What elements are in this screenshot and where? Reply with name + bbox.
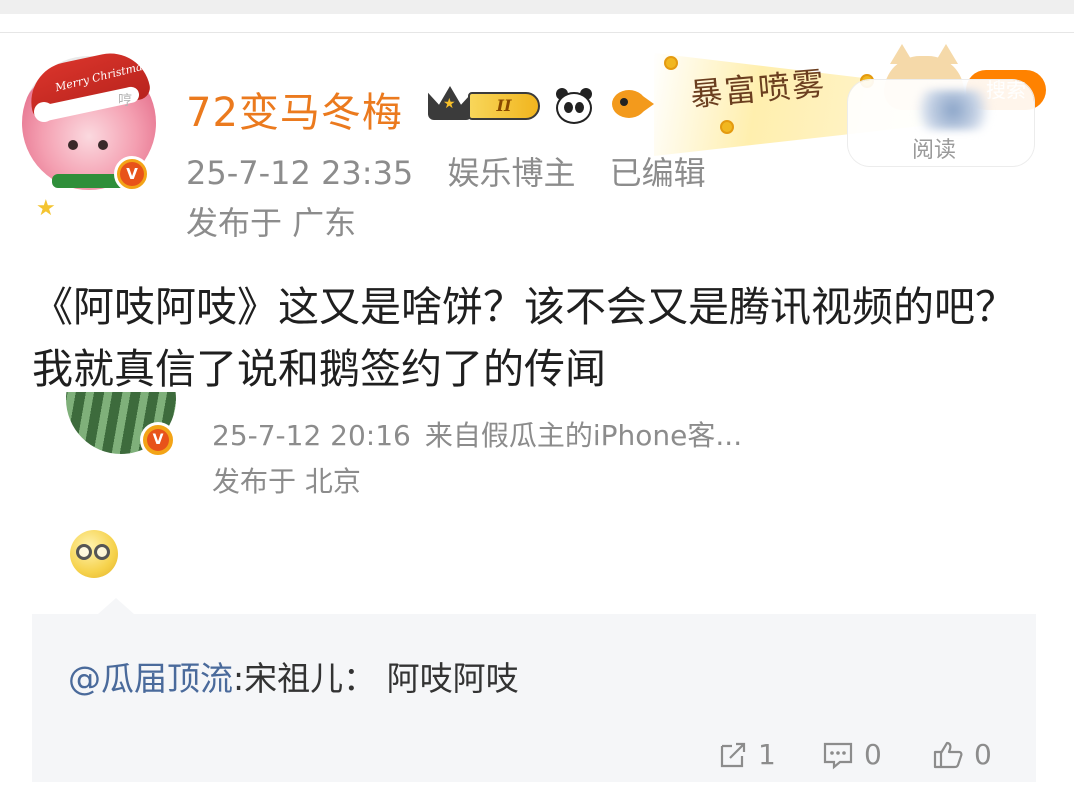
avatar-eye-right <box>98 140 108 150</box>
share-button[interactable]: 1 <box>718 738 776 771</box>
crown-level-badge[interactable]: ★ II <box>428 86 544 124</box>
glasses-emoji-icon <box>70 530 118 578</box>
fish-icon[interactable] <box>606 84 656 124</box>
thumbs-up-icon <box>933 741 963 768</box>
post-timestamp: 25-7-12 23:35 <box>186 154 414 192</box>
top-divider <box>0 32 1074 33</box>
coin-icon <box>664 56 678 70</box>
like-count: 0 <box>974 738 992 771</box>
post-content[interactable]: 《阿吱阿吱》这又是啥饼？该不会又是腾讯视频的吧？ 我就真信了说和鹅签约了的传闻 <box>32 276 1052 400</box>
retweet-source: 来自假瓜主的iPhone客... <box>424 419 743 452</box>
level-tag: II <box>468 92 540 120</box>
blurred-label: 阅读 <box>912 138 957 163</box>
comment-button[interactable]: 0 <box>822 738 882 771</box>
hat-pom <box>34 102 54 122</box>
share-icon <box>720 742 746 767</box>
coin-icon <box>720 120 734 134</box>
retweet-location: 发布于 北京 <box>212 465 361 498</box>
avatar-eye-left <box>68 140 78 150</box>
repost-text[interactable]: @瓜届顶流:宋祖儿： 阿吱阿吱 <box>68 652 519 700</box>
like-button[interactable]: 0 <box>932 738 992 771</box>
comment-icon <box>823 742 853 769</box>
avatar-hum-text: 哼 <box>118 93 132 109</box>
post-location: 发布于 广东 <box>186 204 357 242</box>
blurred-card[interactable]: 阅读 <box>848 80 1034 166</box>
repost-body: :宋祖儿： 阿吱阿吱 <box>233 659 519 698</box>
comment-count: 0 <box>864 738 882 771</box>
crown-star-icon: ★ <box>443 96 456 112</box>
mention-link[interactable]: @瓜届顶流 <box>68 659 233 698</box>
share-count: 1 <box>758 738 776 771</box>
verified-badge-icon: V <box>114 156 150 192</box>
post-meta: 25-7-12 23:35 娱乐博主 已编辑 <box>186 148 730 194</box>
edited-label[interactable]: 已编辑 <box>610 154 706 192</box>
post-category: 娱乐博主 <box>447 154 576 192</box>
top-strip <box>0 0 1074 14</box>
repost-notch <box>98 598 134 614</box>
panda-icon[interactable] <box>552 86 596 126</box>
blurred-image <box>908 90 998 130</box>
retweet-meta: 25-7-12 20:16 来自假瓜主的iPhone客... <box>212 414 742 454</box>
username[interactable]: 72变马冬梅 <box>186 80 403 138</box>
retweet-timestamp: 25-7-12 20:16 <box>212 419 411 452</box>
verified-badge-icon: V <box>140 422 176 458</box>
star-icon: ★ <box>36 196 56 221</box>
